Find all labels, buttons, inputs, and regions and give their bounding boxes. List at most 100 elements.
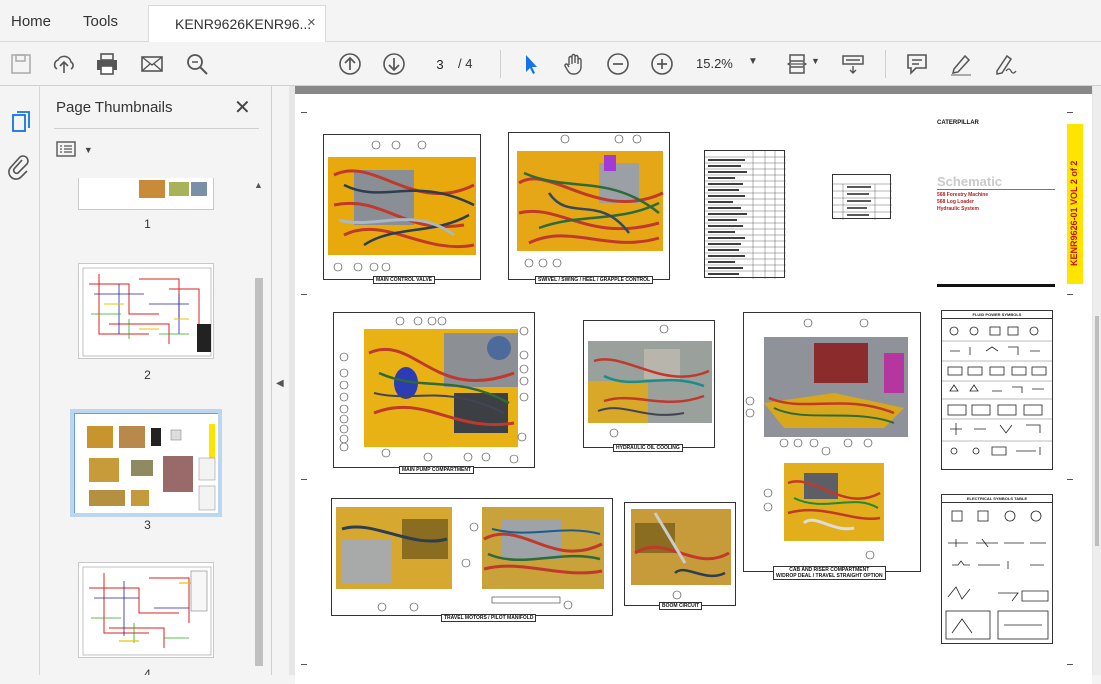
divider xyxy=(54,128,259,129)
separator xyxy=(500,50,501,78)
figure-swivel-swing xyxy=(508,132,670,280)
hand-icon[interactable] xyxy=(561,51,587,77)
page-number-input[interactable]: 3 xyxy=(424,52,456,76)
caption-cab-riser: CAB AND RISER COMPARTMENT W/DROP DEAL / … xyxy=(773,566,886,580)
volume-title: KENR9626-01 VOL 2 of 2 xyxy=(1069,160,1079,266)
caterpillar-logo: CATERPILLAR xyxy=(937,120,979,126)
scroll-up-icon[interactable]: ▲ xyxy=(254,180,263,190)
zoom-dropdown-icon[interactable]: ▼ xyxy=(748,56,758,67)
document-tab[interactable]: KENR9626KENR96... × xyxy=(148,5,326,43)
search-zoom-icon[interactable] xyxy=(184,51,210,77)
caption-boom-circuit: BOOM CIRCUIT xyxy=(659,602,703,610)
page-fit-dropdown-icon[interactable]: ▼ xyxy=(811,56,820,66)
figure-main-pump xyxy=(333,312,535,468)
title-bar xyxy=(937,284,1055,287)
separator xyxy=(885,50,886,78)
thumbnail-options-button[interactable]: ▼ xyxy=(56,141,93,160)
page-thumbnails-icon[interactable] xyxy=(6,108,36,138)
fluid-power-symbols: FLUID POWER SYMBOLS xyxy=(941,310,1053,470)
thumbnail-label-2: 2 xyxy=(144,368,151,382)
thumbnail-label-4: 4 xyxy=(144,667,151,675)
caption-cab-riser-line-2: W/DROP DEAL / TRAVEL STRAIGHT OPTION xyxy=(776,573,883,579)
caption-swivel: SWIVEL / SWING / HEEL / GRAPPLE CONTROL xyxy=(535,276,654,284)
menu-bar: Home Tools KENR9626KENR96... × xyxy=(0,0,1101,43)
thumbnail-label-3: 3 xyxy=(144,518,151,532)
figure-travel-motors xyxy=(331,498,613,616)
panel-close-icon[interactable]: ✕ xyxy=(234,95,251,120)
figure-main-control-valve xyxy=(323,134,481,280)
toolbar: 3 / 4 15.2% ▼ ▼ xyxy=(0,42,1101,86)
print-icon[interactable] xyxy=(94,51,120,77)
document-view[interactable]: MAIN CONTROL VALVE SWIVEL / SWING / HEEL… xyxy=(289,86,1101,684)
arrow-down-circle-icon[interactable] xyxy=(381,51,407,77)
thumb-photos-page xyxy=(75,414,219,514)
collapse-panel-icon[interactable]: ◀ xyxy=(276,378,284,389)
title-rule xyxy=(937,189,1055,190)
page-top-edge xyxy=(295,86,1092,94)
thumbnail-list: 1 2 3 4 xyxy=(40,178,255,675)
document-scrollbar[interactable] xyxy=(1093,86,1101,675)
options-list-icon xyxy=(56,141,76,157)
schematic-line-1: 568 Forestry Machine xyxy=(937,192,989,198)
crop-mark xyxy=(301,294,307,295)
caption-oil-cooling: HYDRAULIC OIL COOLING xyxy=(613,444,683,452)
legend-table xyxy=(704,150,786,279)
cloud-upload-icon[interactable] xyxy=(51,51,77,77)
crop-mark xyxy=(301,479,307,480)
figure-cab-riser xyxy=(743,312,921,572)
crop-mark xyxy=(1067,294,1073,295)
thumbnail-label-1: 1 xyxy=(144,217,151,231)
document-scrollbar-thumb[interactable] xyxy=(1095,316,1099,546)
electrical-symbols: ELECTRICAL SYMBOLS TABLE xyxy=(941,494,1053,644)
thumb-schematic xyxy=(82,566,212,656)
thumb-photo xyxy=(169,182,189,196)
zoom-out-icon[interactable] xyxy=(605,51,631,77)
fluid-power-title: FLUID POWER SYMBOLS xyxy=(942,311,1052,319)
caption-travel-motors: TRAVEL MOTORS / PILOT MANIFOLD xyxy=(441,614,537,622)
crop-mark xyxy=(1067,664,1073,665)
thumb-photo xyxy=(191,182,207,196)
schematic-line-3: Hydraulic System xyxy=(937,206,979,212)
scroll-mode-icon[interactable] xyxy=(840,51,866,77)
highlight-pen-icon[interactable] xyxy=(948,51,974,77)
electrical-title: ELECTRICAL SYMBOLS TABLE xyxy=(942,495,1052,503)
thumbnail-page-1[interactable] xyxy=(78,178,214,210)
attachments-icon[interactable] xyxy=(4,152,34,182)
select-pointer-icon[interactable] xyxy=(518,51,544,77)
zoom-level[interactable]: 15.2% xyxy=(696,56,733,71)
mail-icon[interactable] xyxy=(139,51,165,77)
thumbnail-page-2[interactable] xyxy=(78,263,214,359)
caption-main-pump: MAIN PUMP COMPARTMENT xyxy=(399,466,474,474)
crop-mark xyxy=(301,664,307,665)
options-caret-icon: ▼ xyxy=(83,145,93,155)
menu-tools[interactable]: Tools xyxy=(83,13,118,30)
thumbnail-page-3[interactable] xyxy=(70,409,222,517)
schematic-line-2: 568 Log Loader xyxy=(937,199,974,205)
legend-table-small xyxy=(832,174,892,220)
crop-mark xyxy=(1067,112,1073,113)
left-rail xyxy=(0,86,40,675)
pdf-page: MAIN CONTROL VALVE SWIVEL / SWING / HEEL… xyxy=(295,94,1092,684)
thumbnails-panel: Page Thumbnails ✕ ▼ 1 2 3 4 ▲ xyxy=(40,86,272,675)
scrollbar-thumb[interactable] xyxy=(255,278,263,666)
page-fit-icon[interactable] xyxy=(784,51,810,77)
thumbnail-page-4[interactable] xyxy=(78,562,214,658)
thumbnail-scrollbar[interactable]: ▲ xyxy=(252,178,266,675)
zoom-in-icon[interactable] xyxy=(649,51,675,77)
crop-mark xyxy=(301,112,307,113)
page-total: / 4 xyxy=(458,56,473,71)
crop-mark xyxy=(1067,479,1073,480)
thumb-photo xyxy=(139,180,165,198)
comment-icon[interactable] xyxy=(904,51,930,77)
arrow-up-circle-icon[interactable] xyxy=(337,51,363,77)
thumb-schematic xyxy=(82,267,212,357)
schematic-title: Schematic xyxy=(937,174,1003,189)
menu-home[interactable]: Home xyxy=(11,13,51,30)
figure-boom-circuit xyxy=(624,502,736,606)
figure-oil-cooling xyxy=(583,320,715,448)
tab-close-icon[interactable]: × xyxy=(307,14,316,31)
save-icon[interactable] xyxy=(8,51,34,77)
tab-title: KENR9626KENR96... xyxy=(175,16,312,32)
sign-icon[interactable] xyxy=(992,51,1018,77)
caption-main-control-valve: MAIN CONTROL VALVE xyxy=(373,276,436,284)
